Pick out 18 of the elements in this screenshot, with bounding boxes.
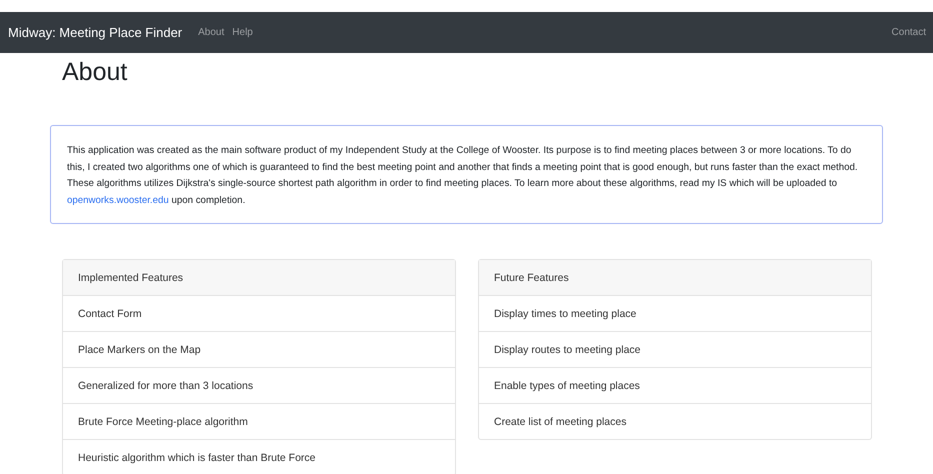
list-header: Future Features bbox=[479, 260, 871, 296]
list-item: Generalized for more than 3 locations bbox=[63, 367, 455, 403]
intro-paragraph: This application was created as the main software product of my Independent Study at the College of Wooster. Its purpose is to find meeting places between 3 or more locations. To do this, I created two algorithms one of which is guaranteed to find the best meeting point and another that finds a meeting point that is good enough, but runs faster than the exact method. These algorithms utilizes Dijkstra's single-source shortest path algorithm in order to find meeting places. To learn more about these algorithms, read my IS which will be uploaded to openworks.wooster.edu upon completion. bbox=[67, 144, 859, 208]
list-item: Contact Form bbox=[77, 306, 143, 322]
list-item: Heuristic algorithm which is faster than Brute Force bbox=[63, 439, 455, 474]
list-header: Implemented Features bbox=[63, 260, 455, 296]
nav-link[interactable]: About bbox=[198, 27, 224, 38]
nav-link[interactable]: Contact bbox=[892, 27, 926, 38]
list-item: Place Markers on the Map bbox=[63, 331, 455, 367]
list-item: Display times to meeting place bbox=[493, 306, 638, 322]
nav-link[interactable]: Help bbox=[232, 27, 253, 38]
brand-title[interactable]: Midway: Meeting Place Finder bbox=[8, 25, 182, 40]
list-item: Display routes to meeting place bbox=[479, 331, 871, 367]
list-item: Enable types of meeting places bbox=[479, 367, 871, 403]
list-item: Brute Force Meeting-place algorithm bbox=[63, 403, 455, 439]
link[interactable]: openworks.wooster.edu bbox=[67, 194, 169, 206]
page-heading: About bbox=[62, 58, 128, 87]
list-item: Create list of meeting places bbox=[479, 403, 871, 439]
